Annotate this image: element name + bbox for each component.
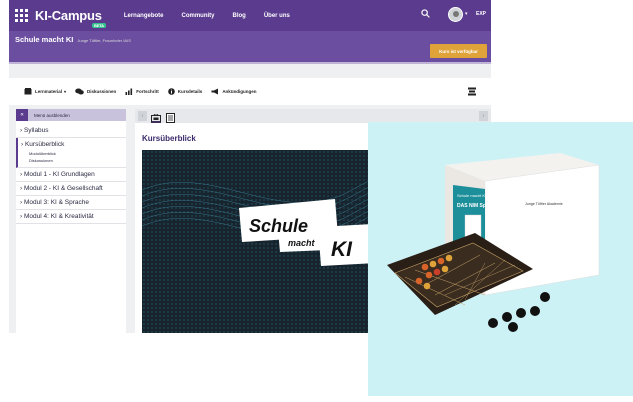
hide-menu-button[interactable]: « Menü ausblenden bbox=[16, 109, 126, 121]
course-provider: Junge Tüftler, Fraunhofer IAIS bbox=[77, 37, 131, 43]
tab-video[interactable] bbox=[151, 110, 161, 123]
page-title: Kursüberblick bbox=[142, 134, 196, 143]
sidebar-item-modul-4[interactable]: › Modul 4: KI & Kreativität bbox=[16, 210, 126, 224]
book-icon bbox=[24, 88, 32, 95]
course-title: Schule macht KI bbox=[15, 34, 74, 44]
hero-word-macht: macht bbox=[288, 238, 316, 248]
megaphone-icon bbox=[211, 88, 219, 95]
discussion-icon bbox=[75, 88, 84, 95]
toolbar-label: Lernmaterial bbox=[35, 89, 63, 94]
chevron-right-icon[interactable]: › bbox=[479, 111, 488, 121]
double-chevron-left-icon: « bbox=[16, 109, 28, 121]
sidebar-item-modul-1[interactable]: › Modul 1 - KI Grundlagen bbox=[16, 168, 126, 182]
black-tokens bbox=[488, 292, 550, 332]
info-icon bbox=[167, 88, 175, 95]
sidebar-subitem-diskussionen[interactable]: Diskussionen bbox=[21, 157, 126, 164]
nim-game-product-image: Schule macht KI DAS NIM Spiel Junge Tüft… bbox=[385, 145, 625, 370]
course-header-divider bbox=[9, 62, 491, 64]
content-tab-bar: ‹ › bbox=[135, 109, 491, 123]
brand-label: Junge Tüftler Akademie bbox=[525, 202, 563, 206]
box-illustration bbox=[464, 214, 482, 238]
course-sidebar: « Menü ausblenden › Syllabus › Kursüberb… bbox=[16, 109, 126, 333]
apps-grid-icon[interactable] bbox=[14, 8, 29, 23]
site-logo[interactable]: KI-Campus BETA bbox=[35, 8, 106, 28]
toolbar-label: Kursdetails bbox=[177, 89, 203, 94]
course-available-button[interactable]: Kurs ist verfügbar bbox=[430, 44, 487, 58]
document-icon bbox=[166, 113, 175, 123]
sidebar-menu: › Syllabus › Kursüberblick Modulüberblic… bbox=[16, 124, 126, 224]
search-icon[interactable] bbox=[421, 9, 430, 18]
hero-word-ki: KI bbox=[331, 238, 353, 261]
toolbar-ankuendigungen[interactable]: Ankündigungen bbox=[211, 88, 257, 95]
box-label: Schule macht KI bbox=[457, 193, 486, 198]
logo-text: KI-Campus bbox=[35, 8, 102, 23]
progress-chart-icon bbox=[125, 88, 133, 95]
top-navigation: KI-Campus BETA Lernangebote Community Bl… bbox=[9, 0, 491, 31]
toolbar-diskussionen[interactable]: Diskussionen bbox=[75, 88, 116, 95]
sidebar-subitem-moduluberblick[interactable]: Modulüberblick bbox=[21, 150, 126, 157]
nav-link-lernangebote[interactable]: Lernangebote bbox=[124, 13, 164, 19]
box-title: DAS NIM Spiel bbox=[457, 203, 492, 209]
video-icon bbox=[151, 113, 161, 123]
chevron-down-icon[interactable]: ▾ bbox=[465, 11, 468, 17]
sidebar-item-modul-2[interactable]: › Modul 2 - KI & Gesellschaft bbox=[16, 182, 126, 196]
user-avatar[interactable] bbox=[448, 7, 463, 22]
hero-word-schule: Schule bbox=[249, 216, 308, 236]
toolbar-label: Ankündigungen bbox=[222, 89, 257, 94]
language-switch[interactable]: EXP bbox=[476, 11, 486, 17]
toolbar-fortschritt[interactable]: Fortschritt bbox=[125, 88, 159, 95]
course-toolbar: Lernmaterial ▾ Diskussionen Fortschritt … bbox=[9, 78, 491, 105]
course-header: Schule macht KI Junge Tüftler, Fraunhofe… bbox=[9, 31, 491, 47]
sidebar-item-kursueberblick[interactable]: › Kursüberblick Modulüberblick Diskussio… bbox=[16, 138, 126, 168]
sidebar-item-modul-3[interactable]: › Modul 3: KI & Sprache bbox=[16, 196, 126, 210]
nav-link-ueber-uns[interactable]: Über uns bbox=[264, 13, 290, 19]
toolbar-label: Diskussionen bbox=[87, 89, 117, 94]
toolbar-label: Fortschritt bbox=[136, 89, 159, 94]
tab-document[interactable] bbox=[166, 110, 176, 123]
sidebar-item-label: › Kursüberblick bbox=[21, 141, 65, 148]
chevron-down-icon: ▾ bbox=[64, 89, 67, 94]
settings-icon[interactable] bbox=[468, 87, 476, 96]
chevron-left-icon[interactable]: ‹ bbox=[138, 111, 147, 121]
toolbar-kursdetails[interactable]: Kursdetails bbox=[167, 88, 203, 95]
game-box-graphic: Schule macht KI DAS NIM Spiel Junge Tüft… bbox=[387, 153, 600, 332]
toolbar-lernmaterial[interactable]: Lernmaterial ▾ bbox=[24, 88, 66, 95]
beta-badge: BETA bbox=[92, 23, 106, 28]
nav-link-community[interactable]: Community bbox=[182, 13, 215, 19]
sidebar-item-syllabus[interactable]: › Syllabus bbox=[16, 124, 126, 138]
hide-menu-label: Menü ausblenden bbox=[34, 112, 70, 118]
nav-link-blog[interactable]: Blog bbox=[233, 13, 246, 19]
course-header-band bbox=[9, 47, 491, 62]
